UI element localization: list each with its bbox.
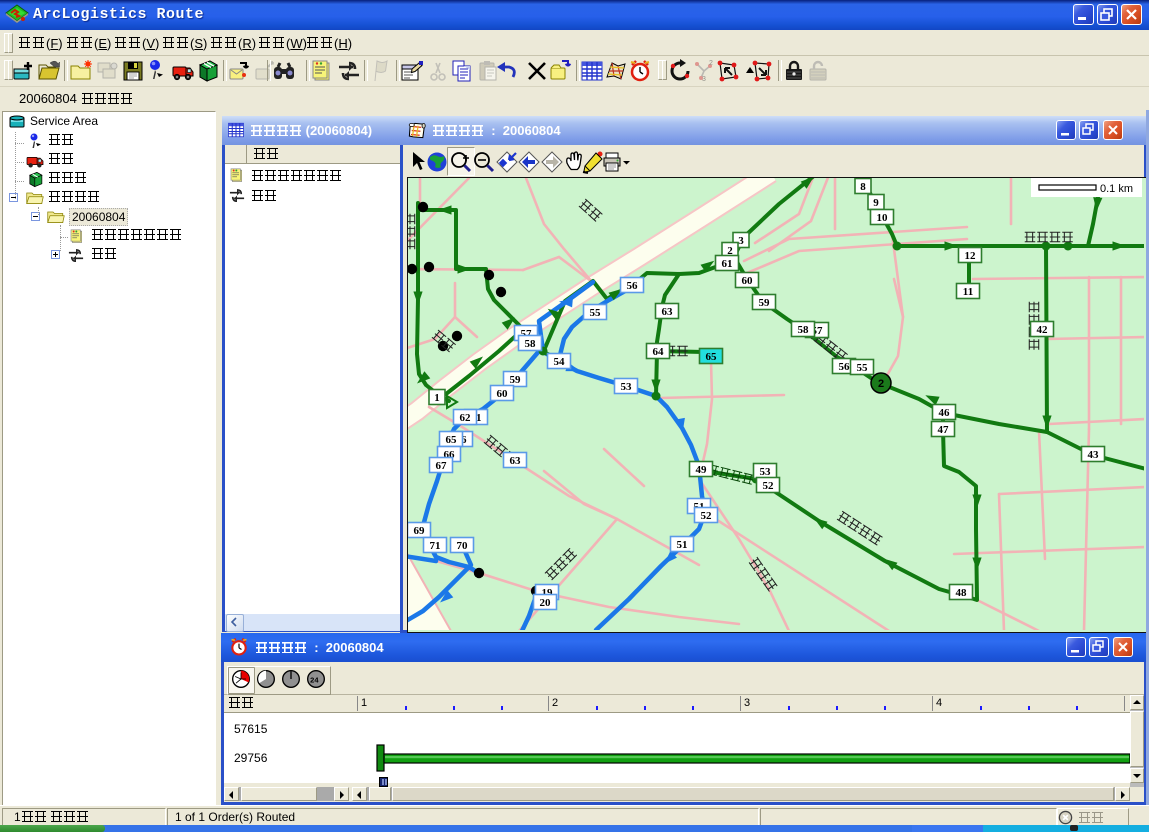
svg-text:70: 70	[457, 540, 469, 552]
svg-text:43: 43	[1088, 449, 1100, 461]
svg-text:52: 52	[701, 510, 713, 522]
svg-text:62: 62	[460, 412, 472, 424]
svg-text:56: 56	[627, 280, 639, 292]
svg-text:60: 60	[742, 275, 754, 287]
svg-text:58: 58	[525, 338, 537, 350]
svg-text:4: 4	[936, 697, 942, 709]
svg-text:2: 2	[552, 697, 558, 709]
svg-text:10: 10	[877, 212, 889, 224]
svg-text:59: 59	[759, 297, 771, 309]
svg-text:47: 47	[938, 424, 950, 436]
svg-text:54: 54	[554, 356, 566, 368]
svg-text:61: 61	[722, 258, 733, 270]
svg-text:60: 60	[497, 388, 509, 400]
svg-text:65: 65	[706, 351, 718, 363]
svg-text:53: 53	[621, 381, 633, 393]
svg-text:59: 59	[510, 374, 522, 386]
svg-text:64: 64	[653, 346, 665, 358]
svg-text:56: 56	[839, 361, 851, 373]
svg-text:58: 58	[798, 324, 810, 336]
svg-text:48: 48	[956, 587, 968, 599]
svg-text:1: 1	[434, 392, 440, 404]
svg-text:53: 53	[760, 466, 772, 478]
svg-text:51: 51	[677, 539, 688, 551]
svg-text:42: 42	[1037, 324, 1049, 336]
svg-text:55: 55	[857, 362, 869, 374]
svg-text:8: 8	[860, 181, 866, 193]
svg-text:2: 2	[709, 60, 713, 67]
svg-text:3: 3	[744, 697, 750, 709]
svg-text:65: 65	[446, 434, 458, 446]
svg-text:49: 49	[696, 464, 708, 476]
svg-text:46: 46	[939, 407, 951, 419]
svg-text:12: 12	[965, 250, 977, 262]
svg-text:20: 20	[540, 597, 552, 609]
svg-text:63: 63	[662, 306, 674, 318]
svg-text:0.1 km: 0.1 km	[1100, 183, 1133, 195]
svg-text:2: 2	[878, 378, 884, 390]
svg-text:3: 3	[702, 76, 706, 83]
svg-text:11: 11	[963, 286, 973, 298]
svg-text:3: 3	[738, 235, 744, 247]
svg-text:67: 67	[436, 460, 448, 472]
svg-text:24: 24	[310, 675, 319, 684]
svg-text:52: 52	[763, 480, 775, 492]
svg-text:9: 9	[873, 197, 879, 209]
svg-text:69: 69	[414, 525, 426, 537]
svg-text:63: 63	[510, 455, 522, 467]
svg-text:1: 1	[361, 697, 367, 709]
svg-text:71: 71	[430, 540, 441, 552]
svg-text:55: 55	[590, 307, 602, 319]
